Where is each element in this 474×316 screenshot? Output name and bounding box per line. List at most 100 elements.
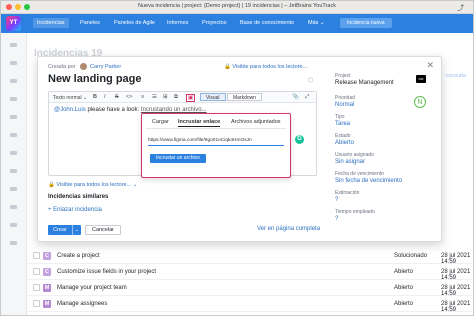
visibility-selector[interactable]: 🔒 Visible para todos los lectore... bbox=[224, 64, 307, 70]
tab-upload[interactable]: Cargar bbox=[152, 119, 169, 125]
bold-button[interactable]: B bbox=[93, 94, 97, 100]
issue-summary[interactable]: Customize issue fields in your project bbox=[57, 269, 156, 275]
issue-date: 28 jul 2021 14:59 bbox=[441, 301, 471, 313]
row-checkbox[interactable] bbox=[33, 268, 40, 275]
field-value[interactable]: Abierto bbox=[335, 140, 435, 146]
create-button[interactable]: Crear ⌄ bbox=[48, 225, 81, 235]
window-title-bar: Nueva incidencia | project: {Demo projec… bbox=[0, 0, 474, 14]
field-label: Fecha de vencimiento bbox=[335, 171, 384, 177]
tag-icon[interactable]: ⬡ bbox=[308, 77, 313, 84]
tab-embed-link[interactable]: Incrustar enlace bbox=[178, 119, 221, 127]
sidebar-icon[interactable] bbox=[10, 79, 17, 83]
text-format-dropdown[interactable]: Texto normal ⌄ bbox=[53, 95, 87, 101]
app-navigation-bar: YT Incidencias Paneles Paneles de Agile … bbox=[0, 14, 474, 33]
window-title: Nueva incidencia | project: {Demo projec… bbox=[138, 3, 336, 9]
issue-state: Solucionado bbox=[394, 253, 428, 259]
field-spent-time[interactable]: Tiempo empleado? bbox=[335, 209, 435, 222]
left-sidebar bbox=[0, 33, 27, 316]
row-checkbox[interactable] bbox=[33, 300, 40, 307]
priority-badge: C bbox=[43, 268, 51, 276]
field-estimation[interactable]: Estimación? bbox=[335, 190, 435, 203]
markdown-mode-toggle[interactable]: Markdown bbox=[227, 93, 263, 101]
sidebar-icon[interactable] bbox=[10, 205, 17, 209]
nav-agile-boards[interactable]: Paneles de Agile bbox=[114, 20, 155, 26]
row-checkbox[interactable] bbox=[33, 284, 40, 291]
close-icon[interactable]: ✕ bbox=[426, 60, 434, 71]
italic-button[interactable]: I bbox=[104, 94, 106, 100]
field-label: Tipo bbox=[335, 114, 345, 120]
avatar bbox=[80, 63, 87, 70]
issue-summary[interactable]: Manage your project team bbox=[57, 285, 127, 291]
visibility-selector[interactable]: 🔒 Visible para todos los lectore... ⌄ bbox=[48, 182, 137, 188]
table-button[interactable]: ⊞ bbox=[163, 94, 168, 100]
embed-button[interactable]: ▣ bbox=[186, 93, 196, 102]
field-project[interactable]: Project Release Management bbox=[335, 73, 435, 86]
create-label: Crear bbox=[53, 227, 67, 233]
field-type[interactable]: Tipo Tarea bbox=[335, 114, 435, 127]
sidebar-icon[interactable] bbox=[10, 187, 17, 191]
issue-summary[interactable]: Create a project bbox=[57, 253, 100, 259]
nav-dashboards[interactable]: Paneles bbox=[80, 20, 100, 26]
save-query-link[interactable]: consulta bbox=[446, 73, 467, 79]
user-mention[interactable]: @John.Luis bbox=[54, 107, 86, 113]
image-button[interactable]: ⧉ bbox=[174, 94, 178, 101]
embed-url-input[interactable]: https://www.figma.com/file/9go01oCiqk4Hm… bbox=[148, 136, 284, 146]
priority-badge: M bbox=[43, 300, 51, 308]
new-issue-button[interactable]: Incidencia nueva bbox=[340, 18, 392, 28]
sidebar-icon[interactable] bbox=[10, 241, 17, 245]
table-row[interactable]: M Manage your project team Abierto 28 ju… bbox=[27, 280, 474, 297]
created-by-label: Creada por bbox=[48, 64, 76, 70]
sidebar-icon[interactable] bbox=[10, 97, 17, 101]
sidebar-icon[interactable] bbox=[10, 61, 17, 65]
field-value[interactable]: Release Management bbox=[335, 80, 435, 86]
numbered-list-button[interactable]: ☰ bbox=[152, 94, 157, 100]
field-due-date[interactable]: Fecha de vencimiento Sin fecha de vencimi… bbox=[335, 171, 435, 184]
issue-state: Abierto bbox=[394, 269, 414, 275]
similar-issues-heading: Incidencias similares bbox=[48, 194, 109, 200]
author-link[interactable]: Carry Parker bbox=[90, 64, 121, 70]
table-row[interactable]: M Manage assignees Abierto 28 jul 2021 1… bbox=[27, 296, 474, 313]
grammarly-icon[interactable]: G bbox=[295, 135, 304, 144]
field-value[interactable]: Normal bbox=[335, 102, 435, 108]
tab-attached-files[interactable]: Archivos adjuntados bbox=[231, 119, 281, 125]
sidebar-icon[interactable] bbox=[10, 115, 17, 119]
sidebar-icon[interactable] bbox=[10, 223, 17, 227]
nav-knowledge-base[interactable]: Base de conocimiento bbox=[240, 20, 294, 26]
bulleted-list-button[interactable]: ≡ bbox=[141, 94, 144, 100]
sidebar-icon[interactable] bbox=[10, 43, 17, 47]
sidebar-icon[interactable] bbox=[10, 169, 17, 173]
visual-mode-toggle[interactable]: Visual bbox=[200, 93, 226, 101]
row-checkbox[interactable] bbox=[33, 252, 40, 259]
field-label: Usuario asignado bbox=[335, 152, 374, 158]
share-icon[interactable]: ⤴ bbox=[457, 3, 464, 13]
field-value[interactable]: Tarea bbox=[335, 121, 435, 127]
link-issue-button[interactable]: + Enlazar incidencia bbox=[48, 207, 102, 213]
sidebar-icon[interactable] bbox=[10, 133, 17, 137]
nav-more[interactable]: Más ⌄ bbox=[308, 20, 325, 26]
field-value[interactable]: Sin asignar bbox=[335, 159, 435, 165]
summary-input[interactable]: New landing page bbox=[48, 73, 142, 85]
field-value[interactable]: Sin fecha de vencimiento bbox=[335, 178, 435, 184]
sidebar-icon[interactable] bbox=[10, 151, 17, 155]
field-state[interactable]: Estado Abierto bbox=[335, 133, 435, 146]
issue-state: Abierto bbox=[394, 285, 414, 291]
nav-projects[interactable]: Proyectos bbox=[202, 20, 226, 26]
strikethrough-button[interactable]: S bbox=[115, 94, 119, 100]
field-value[interactable]: ? bbox=[335, 197, 435, 203]
expand-icon[interactable]: ⤢ bbox=[305, 94, 309, 101]
field-assignee[interactable]: Usuario asignado Sin asignar bbox=[335, 152, 435, 165]
youtrack-logo[interactable]: YT bbox=[6, 16, 21, 31]
nav-reports[interactable]: Informes bbox=[167, 20, 188, 26]
embed-file-button[interactable]: Incrustar un archivo bbox=[150, 154, 206, 163]
field-priority[interactable]: Prioridad Normal bbox=[335, 95, 435, 108]
field-value[interactable]: ? bbox=[335, 216, 435, 222]
issue-summary[interactable]: Manage assignees bbox=[57, 301, 107, 307]
paperclip-icon[interactable]: 📎 bbox=[292, 94, 299, 100]
chevron-down-icon[interactable]: ⌄ bbox=[71, 225, 79, 235]
table-row[interactable]: C Create a project Solucionado 28 jul 20… bbox=[27, 248, 474, 265]
cancel-button[interactable]: Cancelar bbox=[85, 225, 122, 235]
code-button[interactable]: <> bbox=[126, 94, 132, 100]
table-row[interactable]: C Customize issue fields in your project… bbox=[27, 264, 474, 281]
full-page-link[interactable]: Ver en página completa bbox=[257, 226, 320, 232]
nav-issues[interactable]: Incidencias bbox=[33, 18, 69, 28]
